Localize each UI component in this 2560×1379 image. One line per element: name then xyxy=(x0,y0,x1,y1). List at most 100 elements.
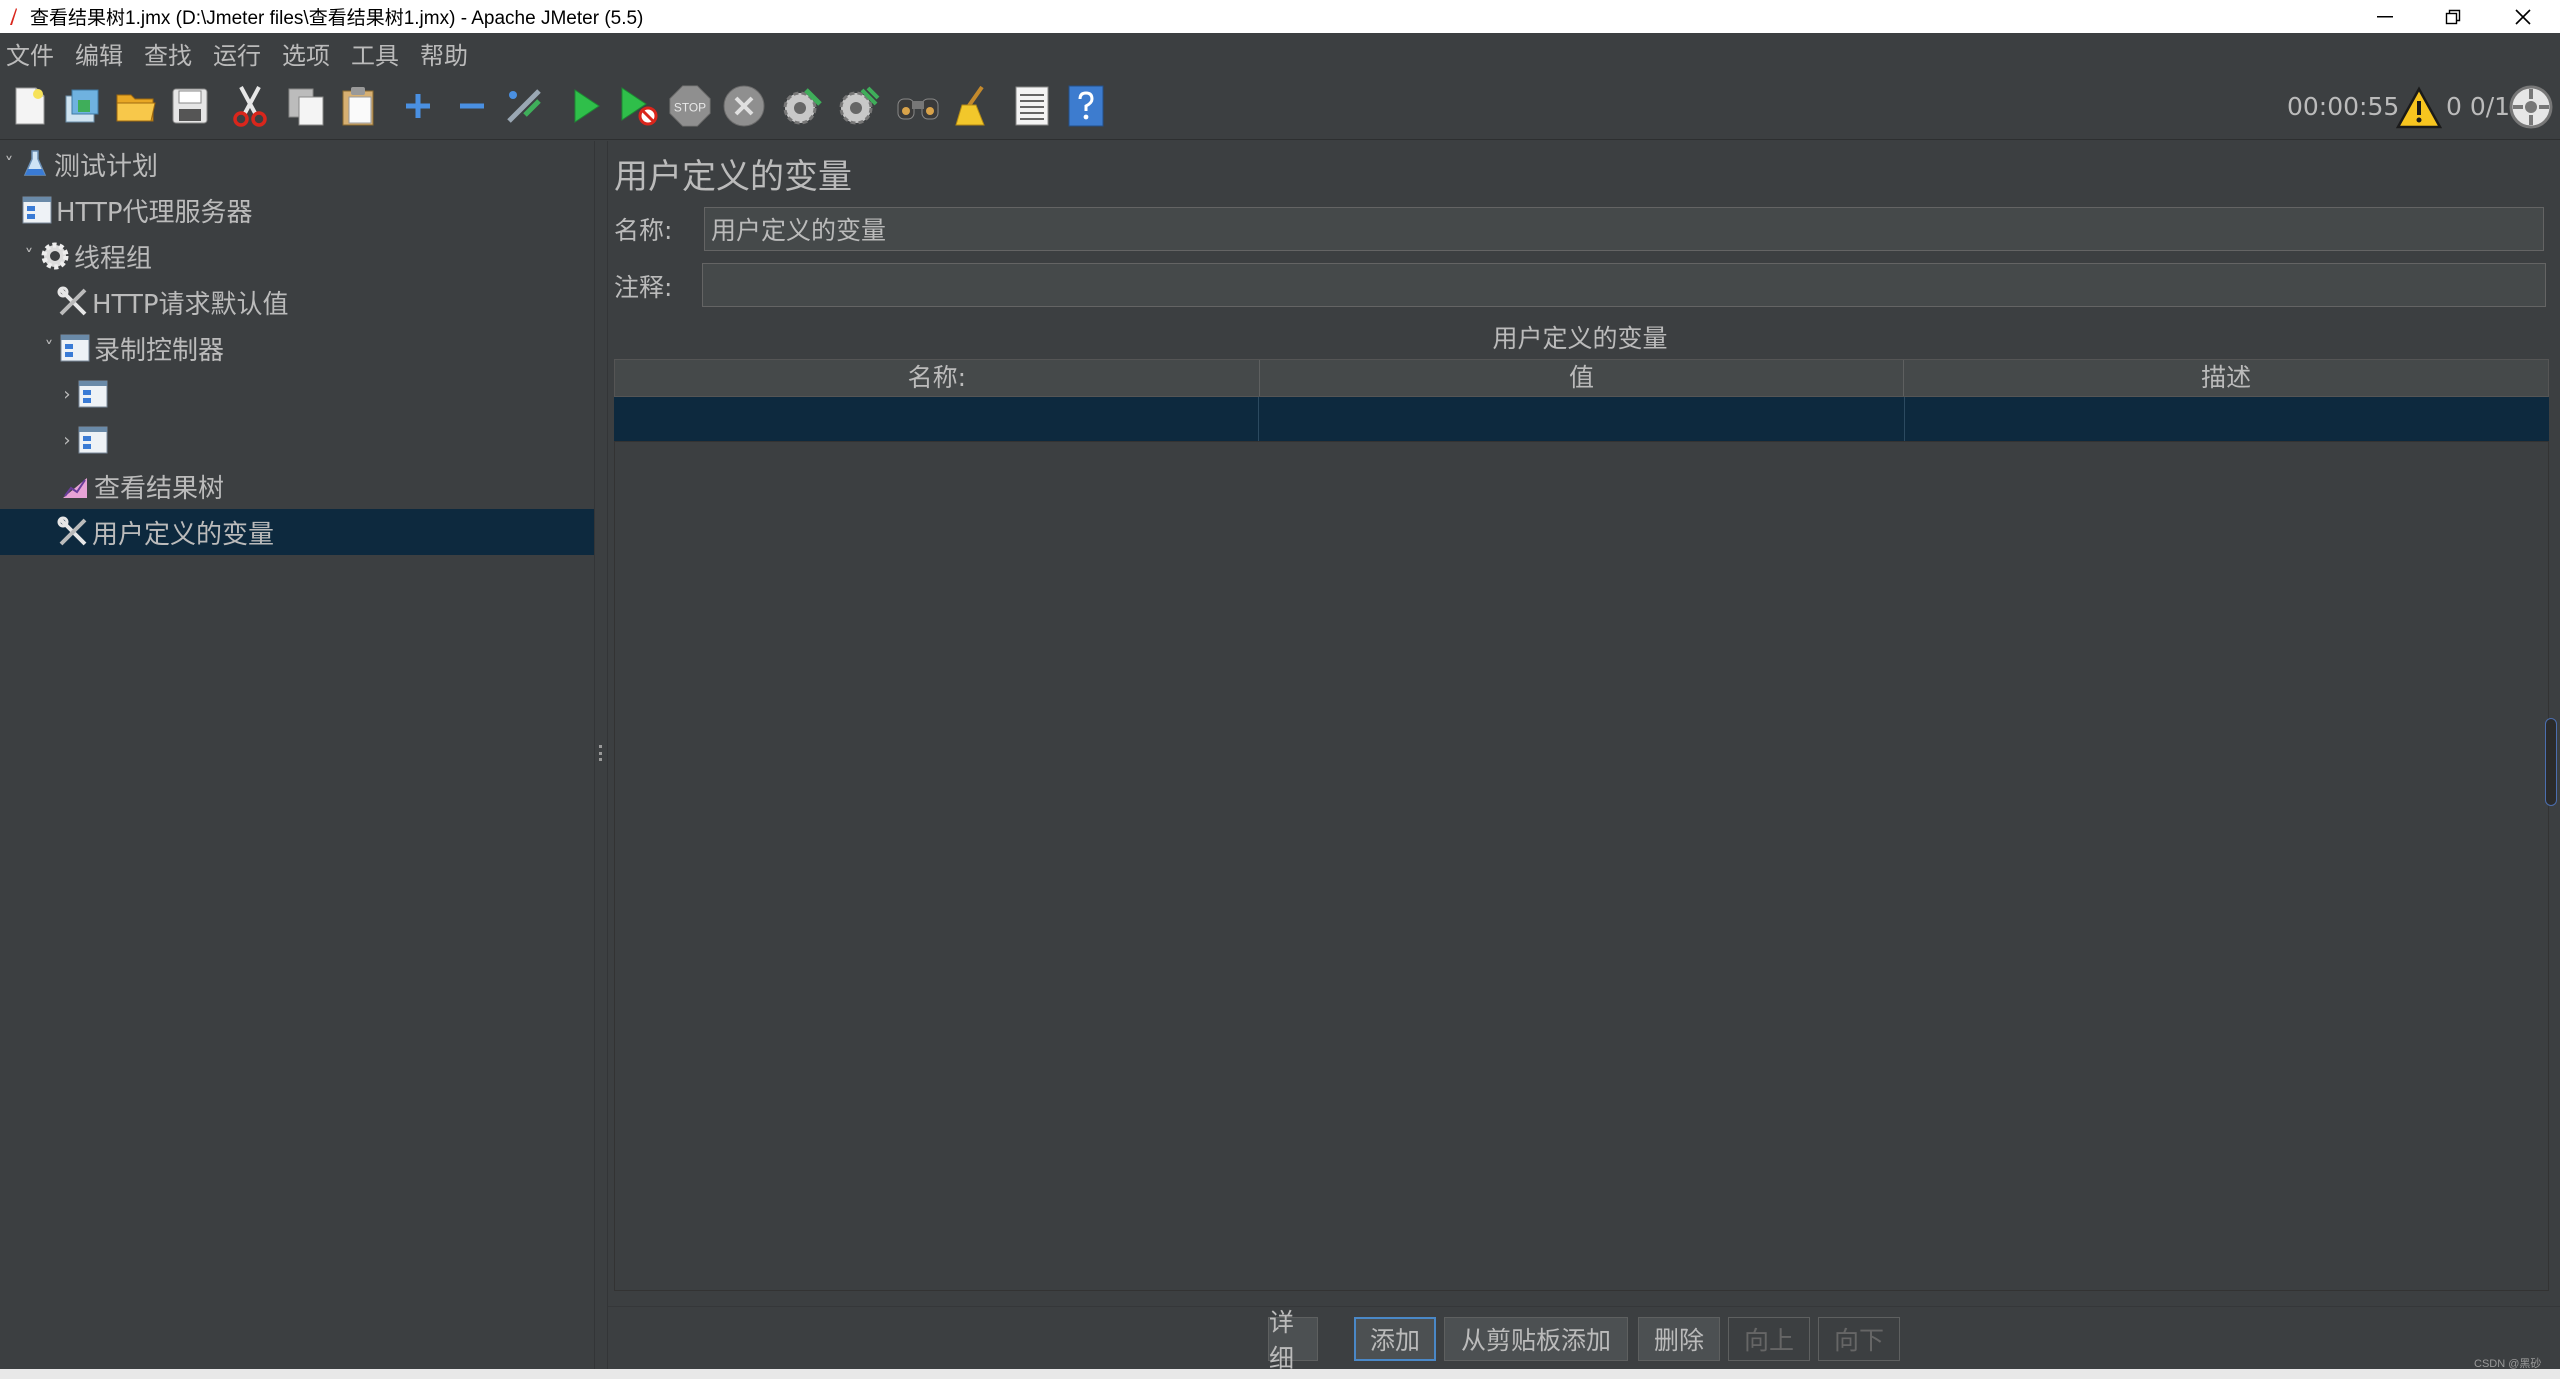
menu-options[interactable]: 选项 xyxy=(280,34,332,73)
tree-node-label: 线程组 xyxy=(74,243,153,274)
table-caption: 用户定义的变量 xyxy=(1492,324,1668,353)
collapse-icon[interactable] xyxy=(450,82,494,130)
comment-input[interactable] xyxy=(702,263,2546,307)
restore-button[interactable] xyxy=(2418,0,2488,33)
reset-search-icon[interactable] xyxy=(952,82,996,130)
table-empty-area[interactable] xyxy=(614,441,2549,1291)
tree-node-label: HTTP代理服务器 xyxy=(56,197,253,228)
tree-node-label: 查看结果树 xyxy=(94,473,225,504)
table-button-bar: 详细 添加 从剪贴板添加 删除 向上 向下 xyxy=(608,1306,2560,1373)
stop-icon[interactable]: STOP xyxy=(668,82,712,130)
new-icon[interactable] xyxy=(8,82,52,130)
window-title: 查看结果树1.jmx (D:\Jmeter files\查看结果树1.jmx) … xyxy=(30,8,644,29)
templates-icon[interactable] xyxy=(60,82,104,130)
tree-node-sub-controller-2[interactable]: › xyxy=(58,417,594,463)
toggle-icon[interactable] xyxy=(502,82,546,130)
chevron-right-icon[interactable]: › xyxy=(58,430,76,451)
table-header: 名称: 值 描述 xyxy=(614,359,2549,397)
gear-icon xyxy=(38,239,72,273)
detail-button[interactable]: 详细 xyxy=(1268,1308,1318,1373)
window-bottom-edge xyxy=(0,1369,2560,1379)
column-header-description[interactable]: 描述 xyxy=(1904,360,2548,396)
tree-node-test-plan[interactable]: ˅ 测试计划 xyxy=(0,141,594,187)
cut-icon[interactable] xyxy=(228,82,272,130)
elapsed-time: 00:00:55 xyxy=(2287,92,2400,121)
shutdown-icon[interactable] xyxy=(722,82,766,130)
clear-all-icon[interactable] xyxy=(836,82,880,130)
start-no-timers-icon[interactable] xyxy=(616,82,660,130)
tools-icon xyxy=(56,285,90,319)
tree-node-http-proxy[interactable]: HTTP代理服务器 xyxy=(20,187,594,233)
controller-icon xyxy=(58,331,92,365)
tree-node-user-defined-variables[interactable]: 用户定义的变量 xyxy=(0,509,594,555)
save-icon[interactable] xyxy=(168,82,212,130)
menu-edit[interactable]: 编辑 xyxy=(73,34,125,73)
tree-node-label: HTTP请求默认值 xyxy=(92,289,289,320)
split-pane-divider[interactable] xyxy=(594,141,608,1369)
tree-node-view-results-tree[interactable]: 查看结果树 xyxy=(58,463,594,509)
menu-file[interactable]: 文件 xyxy=(4,34,56,73)
comment-label: 注释: xyxy=(614,273,673,302)
element-config-panel: 用户定义的变量 名称: 注释: 用户定义的变量 名称: 值 描述 详细 添加 从… xyxy=(608,141,2560,1373)
help-icon[interactable] xyxy=(1064,82,1108,130)
proxy-icon xyxy=(20,193,54,227)
table-cell-description[interactable] xyxy=(1905,397,2549,441)
add-button[interactable]: 添加 xyxy=(1354,1317,1436,1361)
tree-node-sub-controller-1[interactable]: › xyxy=(58,371,594,417)
clear-icon[interactable] xyxy=(780,82,824,130)
tree-node-recording-controller[interactable]: ˅ 录制控制器 xyxy=(40,325,594,371)
column-header-name[interactable]: 名称: xyxy=(615,360,1260,396)
move-up-button[interactable]: 向上 xyxy=(1728,1317,1810,1361)
chevron-down-icon[interactable]: ˅ xyxy=(20,246,38,267)
table-cell-value[interactable] xyxy=(1259,397,1905,441)
move-down-button[interactable]: 向下 xyxy=(1818,1317,1900,1361)
name-input[interactable] xyxy=(704,207,2544,251)
warning-icon[interactable] xyxy=(2395,86,2443,130)
menu-help[interactable]: 帮助 xyxy=(418,34,470,73)
divider-grip-icon xyxy=(599,745,603,761)
menu-run[interactable]: 运行 xyxy=(211,34,263,73)
copy-icon[interactable] xyxy=(284,82,328,130)
function-helper-icon[interactable] xyxy=(1010,82,1054,130)
test-plan-tree: ˅ 测试计划 HTTP代理服务器 ˅ 线程组 HTTP请求默认值 ˅ 录制控制器… xyxy=(0,141,594,1369)
column-header-value[interactable]: 值 xyxy=(1260,360,1905,396)
table-cell-name[interactable] xyxy=(614,397,1260,441)
add-from-clipboard-button[interactable]: 从剪贴板添加 xyxy=(1444,1317,1628,1361)
tree-node-thread-group[interactable]: ˅ 线程组 xyxy=(20,233,594,279)
title-bar: 查看结果树1.jmx (D:\Jmeter files\查看结果树1.jmx) … xyxy=(0,0,2560,33)
thread-counts: 0 0/1 xyxy=(2446,92,2511,121)
controller-icon xyxy=(76,377,110,411)
chevron-down-icon[interactable]: ˅ xyxy=(40,338,58,359)
watermark: CSDN @黑砂 xyxy=(2474,1358,2542,1370)
close-button[interactable] xyxy=(2488,0,2558,33)
tree-node-label: 测试计划 xyxy=(54,151,159,182)
name-label: 名称: xyxy=(614,216,673,245)
controller-icon xyxy=(76,423,110,457)
chart-icon xyxy=(58,469,92,503)
paste-icon[interactable] xyxy=(336,82,380,130)
tree-node-label: 用户定义的变量 xyxy=(92,519,275,550)
variables-table: 名称: 值 描述 xyxy=(614,359,2549,441)
table-row[interactable] xyxy=(614,397,2549,441)
tools-icon xyxy=(56,515,90,549)
tree-node-http-defaults[interactable]: HTTP请求默认值 xyxy=(56,279,594,325)
open-icon[interactable] xyxy=(114,82,158,130)
chevron-right-icon[interactable]: › xyxy=(58,384,76,405)
chevron-down-icon[interactable]: ˅ xyxy=(0,154,18,175)
menu-bar: 文件 编辑 查找 运行 选项 工具 帮助 xyxy=(0,33,2560,74)
menu-tools[interactable]: 工具 xyxy=(349,34,401,73)
panel-title: 用户定义的变量 xyxy=(614,157,852,197)
search-icon[interactable] xyxy=(896,82,940,130)
start-icon[interactable] xyxy=(564,82,608,130)
toolbar: STOP 00:00:55 0 0/1 xyxy=(0,74,2560,140)
expand-icon[interactable] xyxy=(396,82,440,130)
jmeter-feather-icon xyxy=(6,6,20,28)
tree-node-label: 录制控制器 xyxy=(94,335,225,366)
minimize-button[interactable] xyxy=(2350,0,2420,33)
delete-button[interactable]: 删除 xyxy=(1638,1317,1720,1361)
remote-status-icon[interactable] xyxy=(2508,84,2554,130)
menu-search[interactable]: 查找 xyxy=(142,34,194,73)
side-scroll-handle[interactable] xyxy=(2545,718,2557,806)
stop-label: STOP xyxy=(674,101,706,115)
flask-icon xyxy=(18,147,52,181)
